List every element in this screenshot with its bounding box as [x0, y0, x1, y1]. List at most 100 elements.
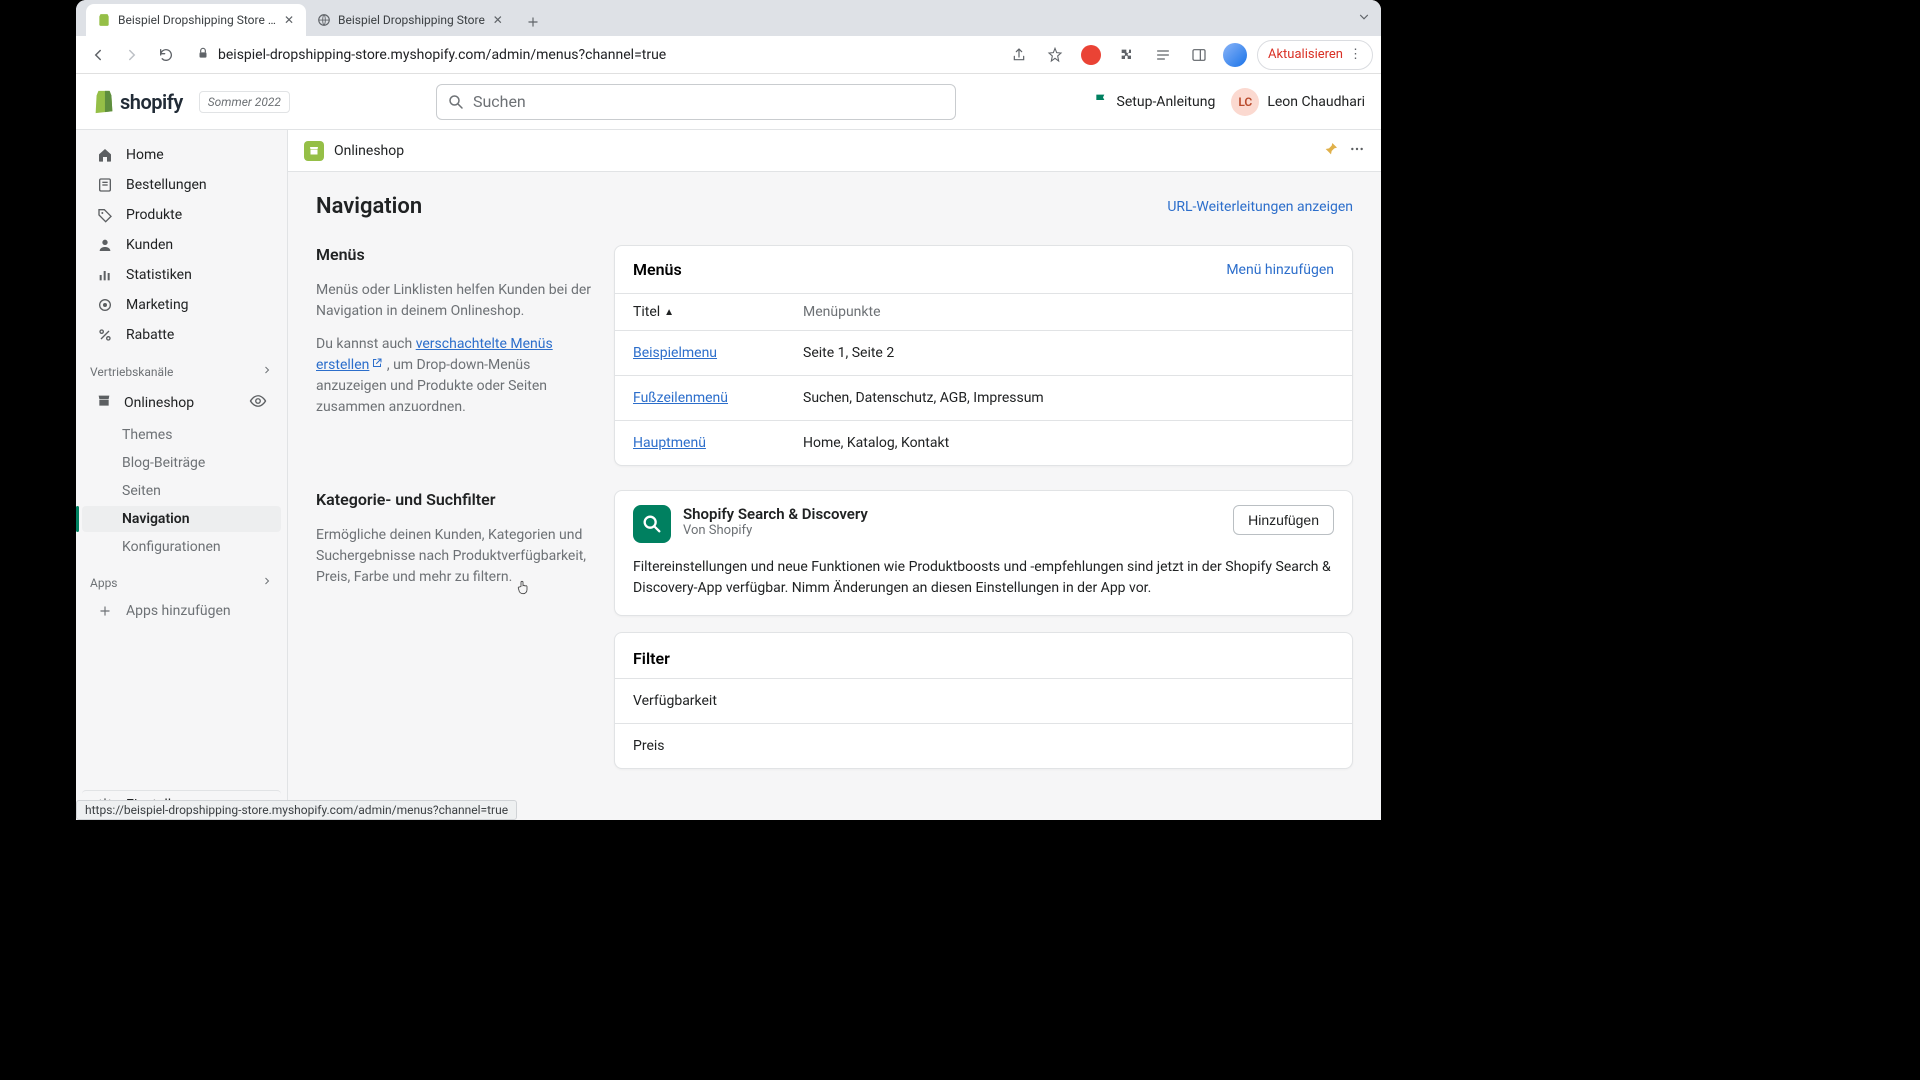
category-section-title: Kategorie- und Suchfilter — [316, 490, 594, 509]
extension-red-icon[interactable] — [1077, 41, 1105, 69]
search-input[interactable]: Suchen — [436, 84, 956, 120]
sidebar: Home Bestellungen Produkte Kunden Statis… — [76, 130, 288, 820]
close-icon[interactable]: ✕ — [491, 13, 505, 27]
sidebar-subitem-navigation[interactable]: Navigation — [82, 506, 281, 532]
discovery-body: Filtereinstellungen und neue Funktionen … — [615, 557, 1352, 615]
sidebar-section-channels[interactable]: Vertriebskanäle — [76, 350, 287, 385]
home-icon — [96, 147, 114, 163]
table-row: Hauptmenü Home, Katalog, Kontakt — [615, 420, 1352, 465]
table-row: Fußzeilenmenü Suchen, Datenschutz, AGB, … — [615, 375, 1352, 420]
menu-link[interactable]: Fußzeilenmenü — [633, 390, 728, 406]
browser-tab-strip: Beispiel Dropshipping Store · N ✕ Beispi… — [76, 0, 1381, 36]
add-menu-link[interactable]: Menü hinzufügen — [1226, 262, 1334, 278]
discovery-vendor: Von Shopify — [683, 523, 868, 538]
sidebar-item-marketing[interactable]: Marketing — [82, 291, 281, 319]
sidebar-item-add-apps[interactable]: Apps hinzufügen — [82, 597, 281, 625]
target-icon — [96, 297, 114, 313]
close-icon[interactable]: ✕ — [282, 13, 296, 27]
bookmark-icon[interactable] — [1041, 41, 1069, 69]
kebab-icon: ⋮ — [1349, 47, 1362, 62]
sidebar-item-onlineshop[interactable]: Onlineshop — [82, 386, 281, 420]
sidebar-label: Marketing — [126, 297, 189, 313]
browser-toolbar: beispiel-dropshipping-store.myshopify.co… — [76, 36, 1381, 74]
forward-button[interactable] — [118, 41, 146, 69]
extensions-icon[interactable] — [1113, 41, 1141, 69]
lock-icon — [196, 46, 210, 64]
discovery-app-name: Shopify Search & Discovery — [683, 505, 868, 523]
store-app-icon — [304, 141, 324, 161]
sidebar-item-discounts[interactable]: Rabatte — [82, 321, 281, 349]
sidebar-item-home[interactable]: Home — [82, 141, 281, 169]
menu-items: Suchen, Datenschutz, AGB, Impressum — [803, 390, 1044, 406]
filter-item[interactable]: Verfügbarkeit — [615, 678, 1352, 723]
menu-link[interactable]: Beispielmenu — [633, 345, 717, 361]
menu-items: Home, Katalog, Kontakt — [803, 435, 949, 451]
eye-icon[interactable] — [249, 392, 267, 414]
sort-ascending-icon: ▲ — [664, 307, 674, 318]
address-bar[interactable]: beispiel-dropshipping-store.myshopify.co… — [186, 40, 999, 70]
section-label: Apps — [90, 576, 118, 590]
pin-icon[interactable] — [1323, 141, 1339, 161]
table-header-items: Menüpunkte — [803, 304, 881, 320]
category-section-desc: Ermögliche deinen Kunden, Kategorien und… — [316, 525, 594, 588]
profile-avatar-icon[interactable] — [1221, 41, 1249, 69]
section-label: Vertriebskanäle — [90, 365, 173, 379]
sidepanel-icon[interactable] — [1185, 41, 1213, 69]
menus-card: Menüs Menü hinzufügen Titel ▲ Menüpunkte — [614, 245, 1353, 466]
table-row: Beispielmenu Seite 1, Seite 2 — [615, 330, 1352, 375]
table-header-title[interactable]: Titel ▲ — [633, 304, 803, 320]
update-label: Aktualisieren — [1268, 47, 1343, 62]
menu-items: Seite 1, Seite 2 — [803, 345, 894, 361]
browser-status-bar: https://beispiel-dropshipping-store.mysh… — [76, 800, 517, 820]
browser-update-button[interactable]: Aktualisieren ⋮ — [1257, 40, 1373, 70]
flag-icon — [1093, 92, 1109, 112]
tag-icon — [96, 207, 114, 223]
sidebar-item-orders[interactable]: Bestellungen — [82, 171, 281, 199]
url-redirects-link[interactable]: URL-Weiterleitungen anzeigen — [1167, 199, 1353, 215]
chevron-right-icon — [261, 364, 273, 379]
external-link-icon — [371, 355, 383, 376]
filter-card: Filter Verfügbarkeit Preis — [614, 632, 1353, 769]
setup-guide-link[interactable]: Setup-Anleitung — [1093, 92, 1216, 112]
url-text: beispiel-dropshipping-store.myshopify.co… — [218, 47, 666, 63]
more-icon[interactable] — [1349, 141, 1365, 161]
main-content: Onlineshop Navigation URL-Weiterleitunge… — [288, 130, 1381, 820]
back-button[interactable] — [84, 41, 112, 69]
shopify-bag-icon — [92, 89, 116, 115]
season-badge: Sommer 2022 — [199, 91, 290, 113]
tab-title: Beispiel Dropshipping Store · N — [118, 13, 276, 27]
shopify-topbar: shopify Sommer 2022 Suchen Setup-Anleitu… — [76, 74, 1381, 130]
filter-card-title: Filter — [633, 649, 670, 668]
sidebar-item-analytics[interactable]: Statistiken — [82, 261, 281, 289]
browser-tab-active[interactable]: Beispiel Dropshipping Store · N ✕ — [86, 4, 306, 36]
user-menu[interactable]: LC Leon Chaudhari — [1231, 88, 1365, 116]
browser-tab[interactable]: Beispiel Dropshipping Store ✕ — [306, 4, 515, 36]
person-icon — [96, 237, 114, 253]
reload-button[interactable] — [152, 41, 180, 69]
setup-guide-label: Setup-Anleitung — [1117, 94, 1216, 110]
sidebar-item-customers[interactable]: Kunden — [82, 231, 281, 259]
sidebar-subitem-themes[interactable]: Themes — [82, 422, 281, 448]
analytics-icon — [96, 267, 114, 283]
sidebar-label: Rabatte — [126, 327, 174, 343]
new-tab-button[interactable] — [519, 8, 547, 36]
chevron-right-icon — [261, 575, 273, 590]
tab-title: Beispiel Dropshipping Store — [338, 13, 485, 27]
shopify-logo[interactable]: shopify — [92, 89, 183, 115]
plus-icon — [96, 604, 114, 618]
reading-list-icon[interactable] — [1149, 41, 1177, 69]
menu-link[interactable]: Hauptmenü — [633, 435, 706, 451]
share-icon[interactable] — [1005, 41, 1033, 69]
sidebar-subitem-blog[interactable]: Blog-Beiträge — [82, 450, 281, 476]
menus-desc-1: Menüs oder Linklisten helfen Kunden bei … — [316, 280, 594, 322]
sidebar-label: Statistiken — [126, 267, 192, 283]
add-discovery-button[interactable]: Hinzufügen — [1233, 505, 1334, 535]
sidebar-subitem-pages[interactable]: Seiten — [82, 478, 281, 504]
filter-item[interactable]: Preis — [615, 723, 1352, 768]
sidebar-item-products[interactable]: Produkte — [82, 201, 281, 229]
sidebar-section-apps[interactable]: Apps — [76, 561, 287, 596]
shopify-favicon-icon — [96, 12, 112, 28]
tabs-overflow-button[interactable] — [1357, 9, 1371, 28]
sidebar-subitem-preferences[interactable]: Konfigurationen — [82, 534, 281, 560]
search-icon — [447, 93, 465, 111]
